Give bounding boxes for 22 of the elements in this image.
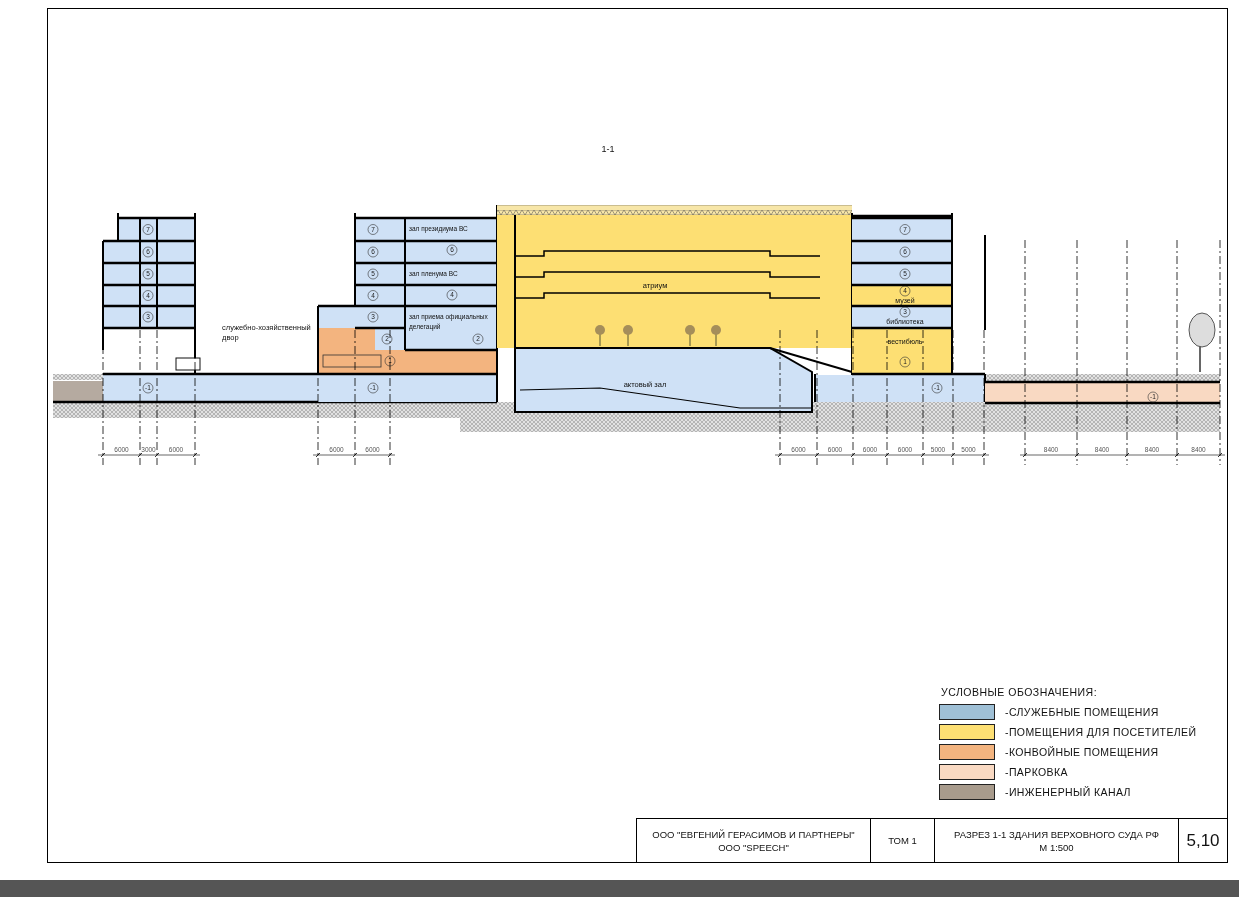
section-title: 1-1 [601, 144, 615, 154]
legend-label: -ИНЖЕНЕРНЫЙ КАНАЛ [1005, 786, 1131, 798]
soil-hatch [53, 374, 103, 380]
tree-drawing [685, 325, 695, 347]
legend-label: -КОНВОЙНЫЕ ПОМЕЩЕНИЯ [1005, 746, 1159, 758]
sheet-number: 5,10 [1186, 834, 1220, 847]
sheet-title: М 1:500 [1039, 840, 1074, 854]
volume-label: ТОМ 1 [888, 834, 917, 847]
tree-drawing [711, 325, 721, 347]
author-name: ООО "SPEECH" [718, 840, 789, 854]
legend-label: -ПАРКОВКА [1005, 766, 1068, 778]
tree-drawing [1188, 312, 1216, 373]
engineering-channel [53, 381, 103, 403]
legend-title: УСЛОВНЫЕ ОБОЗНАЧЕНИЯ: [941, 686, 1099, 698]
author-name: ООО "ЕВГЕНИЙ ГЕРАСИМОВ И ПАРТНЕРЫ" [652, 827, 855, 841]
tree-drawing [595, 325, 605, 347]
legend-label: -СЛУЖЕБНЫЕ ПОМЕЩЕНИЯ [1005, 706, 1159, 718]
floor-slab [355, 326, 405, 330]
truck-drawing [175, 357, 201, 371]
sheet-title: РАЗРЕЗ 1-1 ЗДАНИЯ ВЕРХОВНОГО СУДА РФ [954, 827, 1159, 841]
tree-drawing [623, 325, 633, 347]
legend-label: -ПОМЕЩЕНИЯ ДЛЯ ПОСЕТИТЕЛЕЙ [1005, 726, 1197, 738]
